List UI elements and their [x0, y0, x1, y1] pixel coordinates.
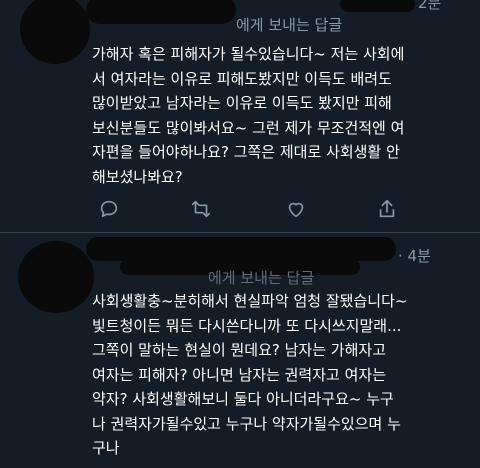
redaction: [86, 237, 396, 261]
reply-tweet[interactable]: 에게 보내는 답글 2분 가해자 혹은 피해자가 될수있습니다~ 저는 사회에 …: [0, 0, 480, 233]
tweet-time[interactable]: · 4분: [398, 245, 431, 266]
share-icon[interactable]: [376, 198, 398, 220]
tweet-actions: [92, 198, 395, 222]
reply-tweet[interactable]: 에게 보내는 답글 · 4분 사회생활충~분히해서 현실파악 엄청 잘됐습니다~…: [0, 233, 480, 468]
reply-icon[interactable]: [98, 198, 120, 220]
reply-to-label[interactable]: 에게 보내는 답글: [208, 267, 314, 288]
tweet-time[interactable]: 2분: [418, 0, 441, 13]
redaction: [86, 0, 236, 24]
tweet-text: 가해자 혹은 피해자가 될수있습니다~ 저는 사회에 서 여자라는 이유로 피해…: [92, 45, 405, 186]
redaction: [18, 241, 94, 313]
redaction: [340, 0, 415, 12]
reply-to-label[interactable]: 에게 보내는 답글: [236, 14, 342, 35]
retweet-icon[interactable]: [190, 198, 212, 220]
redaction: [20, 0, 90, 64]
like-icon[interactable]: [285, 198, 307, 220]
tweet-text: 사회생활충~분히해서 현실파악 엄청 잘됐습니다~ 빛트청이든 뭐든 다시쓴다니…: [92, 292, 408, 457]
